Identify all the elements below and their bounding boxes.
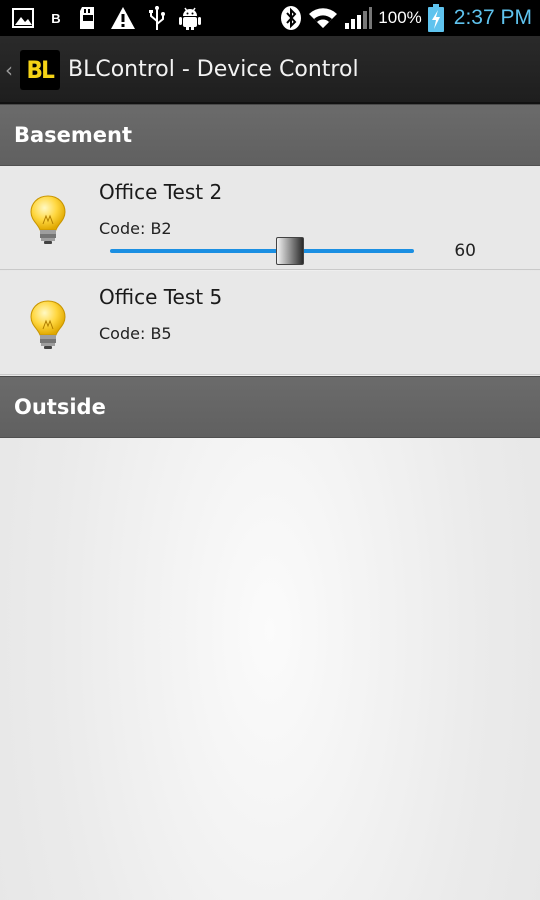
slider-value: 60 bbox=[454, 241, 476, 261]
slider-track[interactable] bbox=[110, 249, 414, 253]
section-header-basement: Basement bbox=[0, 104, 540, 166]
light-bulb-icon[interactable] bbox=[28, 194, 68, 246]
usb-icon bbox=[148, 5, 166, 31]
b-notification-icon: B bbox=[51, 10, 61, 26]
device-code: Code: B5 bbox=[99, 324, 172, 343]
wifi-icon bbox=[308, 6, 338, 30]
app-logo: BL bbox=[20, 50, 60, 90]
battery-charging-icon bbox=[427, 4, 444, 32]
section-header-outside: Outside bbox=[0, 376, 540, 438]
android-debug-icon bbox=[178, 5, 202, 31]
dimmer-slider[interactable] bbox=[110, 236, 414, 266]
slider-thumb[interactable] bbox=[276, 237, 304, 265]
chevron-left-icon: ‹ bbox=[5, 58, 13, 82]
status-bar: B 100% 2:37 PM bbox=[0, 0, 540, 36]
bluetooth-icon bbox=[280, 5, 302, 31]
device-name: Office Test 5 bbox=[99, 285, 223, 309]
clock: 2:37 PM bbox=[453, 6, 532, 29]
notification-icons: B bbox=[12, 4, 202, 32]
section-title: Outside bbox=[14, 395, 106, 419]
action-bar: ‹ BL BLControl - Device Control bbox=[0, 36, 540, 104]
up-button[interactable]: ‹ BL bbox=[2, 36, 60, 104]
gallery-icon bbox=[12, 7, 34, 29]
device-row[interactable]: Office Test 5 Code: B5 bbox=[0, 271, 540, 375]
system-icons: 100% 2:37 PM bbox=[280, 4, 532, 32]
warning-icon bbox=[110, 6, 136, 30]
light-bulb-icon[interactable] bbox=[28, 299, 68, 351]
sd-card-icon bbox=[78, 6, 98, 30]
section-title: Basement bbox=[14, 123, 133, 147]
device-name: Office Test 2 bbox=[99, 180, 223, 204]
battery-percent: 100% bbox=[378, 8, 422, 27]
signal-icon bbox=[344, 6, 373, 30]
page-title: BLControl - Device Control bbox=[68, 57, 359, 82]
app-logo-text: BL bbox=[26, 56, 55, 84]
